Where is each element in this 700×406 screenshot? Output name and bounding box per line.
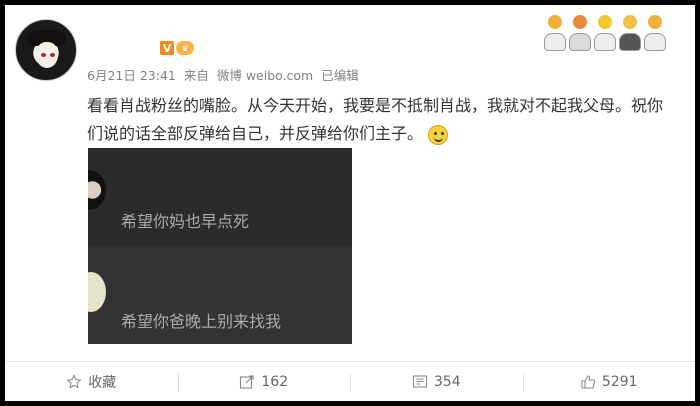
user-badges: V ♛ — [160, 41, 194, 55]
sticker-icon — [643, 13, 667, 51]
post-text: 看看肖战粉丝的嘴脸。从今天开始，我要是不抵制肖战，我就对不起我父母。祝你们说的话… — [87, 92, 677, 148]
embedded-screenshot[interactable]: 希望你妈也早点死 希望你爸晚上别来找我 — [88, 148, 352, 344]
post-meta: 6月21日 23:41 来自 微博 weibo.com 已编辑 — [87, 65, 363, 84]
screenshot-message: 希望你爸晚上别来找我 — [121, 312, 282, 331]
repost-count: 162 — [261, 373, 289, 390]
post-timestamp[interactable]: 6月21日 23:41 — [87, 68, 176, 83]
like-button[interactable]: 5291 — [522, 362, 696, 401]
post-edited-label[interactable]: 已编辑 — [321, 68, 359, 83]
favorite-button[interactable]: 收藏 — [5, 362, 178, 401]
share-icon — [240, 374, 254, 389]
member-rank-icon[interactable]: ♛ — [176, 41, 194, 55]
post-source[interactable]: 微博 weibo.com — [217, 68, 313, 83]
comment-icon — [412, 374, 427, 388]
post-from-label: 来自 — [183, 68, 209, 83]
action-bar: 收藏 162 354 5291 — [5, 361, 695, 401]
comment-button[interactable]: 354 — [350, 362, 523, 401]
smile-emoji-icon — [428, 124, 449, 145]
star-icon — [66, 373, 82, 389]
repost-button[interactable]: 162 — [177, 362, 351, 401]
sticker-icon — [568, 13, 592, 51]
thumb-up-icon — [581, 374, 596, 389]
favorite-label: 收藏 — [88, 374, 117, 391]
verified-v-badge[interactable]: V — [160, 41, 174, 55]
like-count: 5291 — [601, 373, 638, 390]
weibo-card: V ♛ 6月21日 23:41 来自 微博 weibo.com 已编辑 看看肖战… — [5, 5, 695, 401]
user-avatar[interactable] — [15, 19, 77, 81]
comment-count: 354 — [433, 373, 461, 390]
post-text-body: 看看肖战粉丝的嘴脸。从今天开始，我要是不抵制肖战，我就对不起我父母。祝你们说的话… — [87, 96, 664, 143]
sticker-icon — [593, 13, 617, 51]
sticker-icon — [543, 13, 567, 51]
screenshot-message: 希望你妈也早点死 — [121, 212, 250, 231]
card-decoration-stickers — [543, 13, 667, 51]
sticker-icon — [618, 13, 642, 51]
